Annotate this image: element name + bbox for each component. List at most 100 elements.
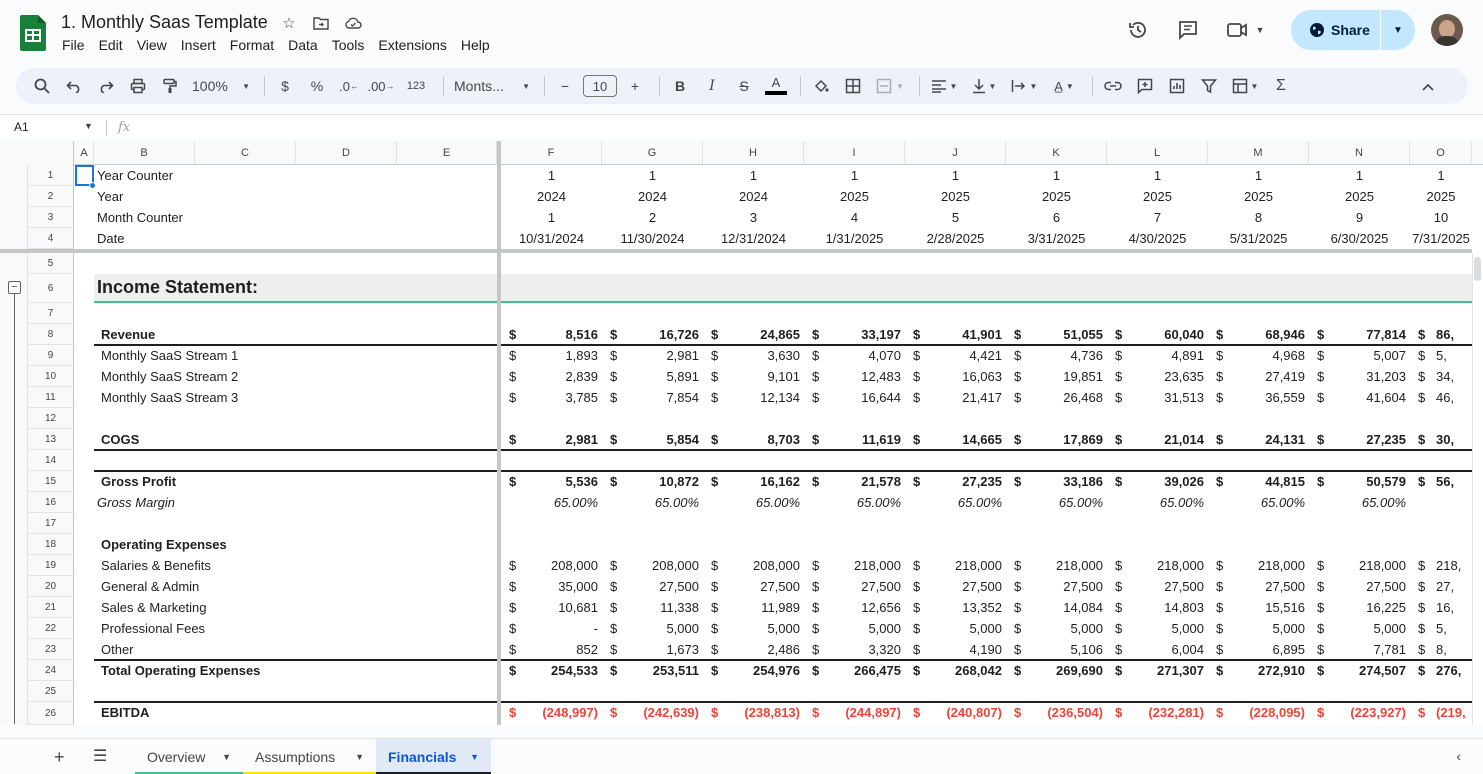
- header-value-cell[interactable]: 10: [1410, 207, 1472, 228]
- menu-insert[interactable]: Insert: [181, 37, 216, 53]
- value-cell[interactable]: 77,814: [1309, 324, 1406, 345]
- header-value-cell[interactable]: 1: [703, 165, 804, 186]
- value-cell[interactable]: 5,007: [1309, 345, 1406, 366]
- statement-label[interactable]: Other: [101, 639, 134, 660]
- currency-format-button[interactable]: $: [271, 72, 299, 100]
- value-cell[interactable]: (236,504): [1006, 702, 1103, 723]
- header-value-cell[interactable]: 5: [905, 207, 1006, 228]
- value-cell[interactable]: (223,927): [1309, 702, 1406, 723]
- value-cell[interactable]: 2,839: [501, 366, 598, 387]
- value-cell[interactable]: 16,063: [905, 366, 1002, 387]
- column-header-g[interactable]: G: [602, 141, 703, 165]
- row-header-15[interactable]: 15: [28, 471, 74, 492]
- column-header-l[interactable]: L: [1107, 141, 1208, 165]
- header-value-cell[interactable]: 7/31/2025: [1410, 228, 1472, 249]
- fill-handle[interactable]: [89, 182, 96, 189]
- value-cell[interactable]: 16,225: [1309, 597, 1406, 618]
- value-cell[interactable]: 12,134: [703, 387, 800, 408]
- value-cell[interactable]: 218,000: [1309, 555, 1406, 576]
- meet-icon[interactable]: ▼: [1220, 10, 1270, 50]
- header-value-cell[interactable]: 1: [1006, 165, 1107, 186]
- value-cell[interactable]: 27,500: [602, 576, 699, 597]
- value-cell[interactable]: 27,: [1436, 576, 1472, 597]
- row-header-17[interactable]: 17: [28, 513, 74, 534]
- value-cell[interactable]: 5,000: [1309, 618, 1406, 639]
- value-cell[interactable]: 24,865: [703, 324, 800, 345]
- value-cell[interactable]: 5,000: [1107, 618, 1204, 639]
- value-cell[interactable]: 31,513: [1107, 387, 1204, 408]
- value-cell[interactable]: 10,681: [501, 597, 598, 618]
- statement-label[interactable]: Revenue: [101, 324, 155, 345]
- value-cell[interactable]: 31,203: [1309, 366, 1406, 387]
- value-cell[interactable]: 8,703: [703, 429, 800, 450]
- value-cell[interactable]: (242,639): [602, 702, 699, 723]
- header-value-cell[interactable]: 1: [905, 165, 1006, 186]
- statement-label[interactable]: COGS: [101, 429, 139, 450]
- value-cell[interactable]: 3,785: [501, 387, 598, 408]
- redo-icon[interactable]: [92, 72, 120, 100]
- insert-link-icon[interactable]: [1099, 72, 1127, 100]
- value-cell[interactable]: 11,989: [703, 597, 800, 618]
- vertical-scroll-thumb[interactable]: [1474, 257, 1481, 281]
- chevron-down-icon[interactable]: ▼: [470, 752, 479, 762]
- value-cell[interactable]: 9,101: [703, 366, 800, 387]
- value-cell[interactable]: 21,417: [905, 387, 1002, 408]
- row-header-2[interactable]: 2: [28, 186, 74, 207]
- menu-view[interactable]: View: [137, 37, 167, 53]
- value-cell[interactable]: 10,872: [602, 471, 699, 492]
- value-cell[interactable]: (219,: [1436, 702, 1472, 723]
- row-header-16[interactable]: 16: [28, 492, 74, 513]
- row-header-7[interactable]: 7: [28, 303, 74, 324]
- value-cell[interactable]: -: [501, 618, 598, 639]
- header-value-cell[interactable]: 2025: [1006, 186, 1107, 207]
- value-cell[interactable]: 3,630: [703, 345, 800, 366]
- cloud-status-icon[interactable]: [342, 12, 364, 34]
- column-header-h[interactable]: H: [703, 141, 804, 165]
- column-header-c[interactable]: C: [195, 141, 296, 165]
- value-cell[interactable]: (240,807): [905, 702, 1002, 723]
- statement-label[interactable]: Gross Margin: [97, 492, 175, 513]
- horizontal-align-icon[interactable]: ▼: [926, 72, 962, 100]
- value-cell[interactable]: 1,893: [501, 345, 598, 366]
- document-title[interactable]: 1. Monthly Saas Template: [61, 12, 268, 33]
- value-cell[interactable]: 11,619: [804, 429, 901, 450]
- menu-help[interactable]: Help: [461, 37, 490, 53]
- row-header-13[interactable]: 13: [28, 429, 74, 450]
- decrease-font-size-icon[interactable]: −: [551, 72, 579, 100]
- header-value-cell[interactable]: 4/30/2025: [1107, 228, 1208, 249]
- spreadsheet-grid[interactable]: − ABCDEFGHIJKLMNO 1 2 3 4 5 6 7 8 9 10 11 12 13 14 15 1…: [0, 141, 1483, 725]
- value-cell[interactable]: 4,736: [1006, 345, 1103, 366]
- value-cell[interactable]: 44,815: [1208, 471, 1305, 492]
- header-value-cell[interactable]: 2025: [1410, 186, 1472, 207]
- value-cell[interactable]: 852: [501, 639, 598, 660]
- value-cell[interactable]: 218,000: [905, 555, 1002, 576]
- value-cell[interactable]: (232,281): [1107, 702, 1204, 723]
- value-cell[interactable]: 5,000: [1006, 618, 1103, 639]
- merge-cells-icon[interactable]: ▼: [871, 72, 909, 100]
- percent-format-button[interactable]: %: [303, 72, 331, 100]
- value-cell[interactable]: 271,307: [1107, 660, 1204, 681]
- value-cell[interactable]: 33,197: [804, 324, 901, 345]
- header-value-cell[interactable]: 6: [1006, 207, 1107, 228]
- column-header-e[interactable]: E: [397, 141, 497, 165]
- value-cell[interactable]: 24,131: [1208, 429, 1305, 450]
- all-sheets-icon[interactable]: ☰: [93, 746, 107, 766]
- vertical-align-icon[interactable]: ▼: [966, 72, 1002, 100]
- value-cell[interactable]: 36,559: [1208, 387, 1305, 408]
- header-label-year[interactable]: Year: [97, 186, 123, 207]
- header-value-cell[interactable]: 1: [1107, 165, 1208, 186]
- value-cell[interactable]: 39,026: [1107, 471, 1204, 492]
- statement-label[interactable]: Gross Profit: [101, 471, 176, 492]
- filter-icon[interactable]: [1195, 72, 1223, 100]
- value-cell[interactable]: 276,: [1436, 660, 1472, 681]
- value-cell[interactable]: 17,869: [1006, 429, 1103, 450]
- value-cell[interactable]: 65.00%: [501, 492, 598, 513]
- fill-color-icon[interactable]: [807, 72, 835, 100]
- header-value-cell[interactable]: 2025: [1107, 186, 1208, 207]
- column-header-k[interactable]: K: [1006, 141, 1107, 165]
- header-value-cell[interactable]: 2024: [501, 186, 602, 207]
- header-value-cell[interactable]: 2024: [703, 186, 804, 207]
- value-cell[interactable]: 8,: [1436, 639, 1472, 660]
- row-header-5[interactable]: 5: [28, 253, 74, 274]
- value-cell[interactable]: 272,910: [1208, 660, 1305, 681]
